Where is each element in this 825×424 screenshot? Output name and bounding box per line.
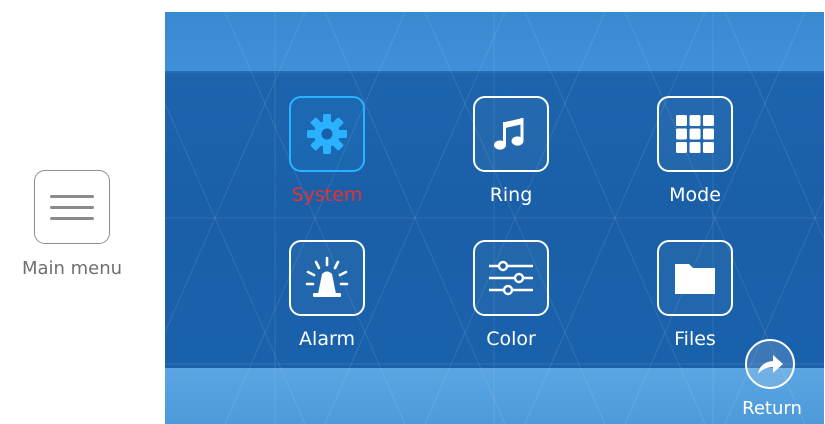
menu-item-ring[interactable]: Ring xyxy=(431,96,591,226)
bottom-band xyxy=(165,368,824,424)
music-note-icon xyxy=(494,118,524,150)
menu-item-label: Files xyxy=(674,328,716,350)
color-icon-box xyxy=(473,240,549,316)
hamburger-menu-icon-bar xyxy=(50,216,94,220)
top-band xyxy=(165,12,824,71)
menu-item-label: Mode xyxy=(669,184,721,206)
main-menu-label: Main menu xyxy=(21,258,123,279)
gear-icon xyxy=(307,114,347,154)
mode-icon-box xyxy=(657,96,733,172)
ring-icon-box xyxy=(473,96,549,172)
system-icon-box xyxy=(289,96,365,172)
hamburger-menu-icon-bar xyxy=(50,205,94,209)
siren-icon xyxy=(305,256,349,297)
files-icon-box xyxy=(657,240,733,316)
grid-icon xyxy=(676,115,714,153)
menu-item-system[interactable]: System xyxy=(247,96,407,226)
return-button[interactable] xyxy=(745,339,795,389)
folder-icon xyxy=(675,264,715,294)
return-arrow-icon xyxy=(758,355,783,374)
menu-item-mode[interactable]: Mode xyxy=(615,96,775,226)
main-menu-button[interactable] xyxy=(34,170,110,244)
menu-item-label: Alarm xyxy=(299,328,355,350)
device-screen: System Ring Mode Alarm Color Files Retur… xyxy=(165,12,824,424)
page: Main menu System Ring Mode Alarm Color F… xyxy=(0,0,825,424)
return-label: Return xyxy=(742,398,802,419)
hamburger-menu-icon xyxy=(50,194,94,198)
sliders-icon xyxy=(489,260,533,296)
alarm-icon-box xyxy=(289,240,365,316)
menu-item-label: Color xyxy=(486,328,536,350)
menu-item-label: System xyxy=(291,184,363,206)
menu-item-label: Ring xyxy=(489,184,533,206)
menu-item-color[interactable]: Color xyxy=(431,240,591,370)
menu-item-alarm[interactable]: Alarm xyxy=(247,240,407,370)
